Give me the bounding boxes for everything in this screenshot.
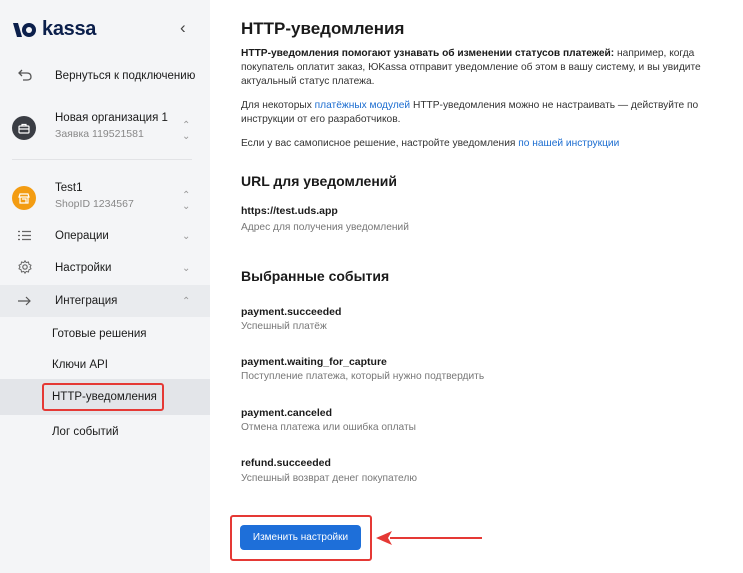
nav-operations[interactable]: Операции ⌄ — [0, 226, 210, 246]
chevron-up-icon: ⌃ — [182, 295, 191, 307]
chevron-down-icon: ⌄ — [182, 262, 191, 274]
back-to-connection[interactable]: Вернуться к подключению — [0, 66, 210, 86]
nav-label: Настройки — [55, 262, 112, 274]
sidebar-item-ready-solutions[interactable]: Готовые решения — [52, 328, 147, 340]
event-description: Отмена платежа или ошибка оплаты — [241, 422, 416, 433]
brand-name: kassa — [42, 18, 97, 40]
back-arrow-icon — [18, 68, 32, 84]
change-settings-button[interactable]: Изменить настройки — [240, 525, 361, 550]
modules-link[interactable]: платёжных модулей — [315, 100, 410, 111]
shop-name: Test1 — [55, 182, 83, 194]
sidebar-item-api-keys[interactable]: Ключи API — [52, 359, 108, 371]
custom-text-pre: Если у вас самописное решение, настройте… — [241, 138, 519, 149]
custom-paragraph: Если у вас самописное решение, настройте… — [241, 137, 721, 151]
chevron-down-icon: ⌄ — [182, 230, 191, 242]
event-description: Поступление платежа, который нужно подтв… — [241, 371, 485, 382]
brand-mark-icon — [12, 21, 40, 39]
org-name: Новая организация 1 — [55, 112, 168, 124]
briefcase-icon — [12, 116, 36, 140]
nav-settings[interactable]: Настройки ⌄ — [0, 258, 210, 278]
org-application: Заявка 119521581 — [55, 128, 144, 140]
nav-label: Операции — [55, 230, 109, 242]
event-name: refund.succeeded — [241, 457, 331, 469]
updown-chevron-icon: ⌃ ⌄ — [182, 120, 191, 142]
page-title: HTTP-уведомления — [241, 19, 405, 38]
event-name: payment.canceled — [241, 407, 333, 419]
org-switcher[interactable]: Новая организация 1 Заявка 119521581 ⌃ ⌄ — [0, 112, 210, 144]
event-name: payment.succeeded — [241, 306, 342, 318]
intro-bold: HTTP-уведомления помогают узнавать об из… — [241, 48, 615, 59]
url-value: https://test.uds.app — [241, 205, 338, 217]
nav-integration[interactable]: Интеграция ⌃ — [0, 291, 210, 311]
url-heading: URL для уведомлений — [241, 173, 398, 189]
list-icon — [18, 228, 31, 244]
arrow-right-icon — [18, 293, 32, 309]
collapse-sidebar-icon[interactable]: ‹ — [180, 18, 186, 38]
modules-text-pre: Для некоторых — [241, 100, 315, 111]
events-heading: Выбранные события — [241, 268, 390, 284]
brand-logo[interactable]: kassa — [12, 18, 96, 41]
sidebar: kassa ‹ Вернуться к подключению Новая ор… — [0, 0, 210, 573]
nav-label: Интеграция — [55, 295, 118, 307]
divider — [12, 159, 192, 160]
sidebar-item-event-log[interactable]: Лог событий — [52, 426, 119, 438]
modules-paragraph: Для некоторых платёжных модулей HTTP-уве… — [241, 99, 721, 127]
event-description: Успешный возврат денег покупателю — [241, 473, 417, 484]
intro-paragraph: HTTP-уведомления помогают узнавать об из… — [241, 47, 721, 89]
event-description: Успешный платёж — [241, 321, 327, 332]
sidebar-item-http-notifications[interactable]: HTTP-уведомления — [52, 391, 157, 403]
instruction-link[interactable]: по нашей инструкции — [518, 138, 619, 149]
updown-chevron-icon: ⌃ ⌄ — [182, 190, 191, 212]
url-description: Адрес для получения уведомлений — [241, 222, 409, 233]
shop-id: ShopID 1234567 — [55, 198, 134, 210]
gear-icon — [18, 259, 32, 277]
shop-icon — [12, 186, 36, 210]
event-name: payment.waiting_for_capture — [241, 356, 387, 368]
shop-switcher[interactable]: Test1 ShopID 1234567 ⌃ ⌄ — [0, 182, 210, 214]
back-label: Вернуться к подключению — [55, 70, 196, 82]
annotation-arrow-icon — [376, 531, 482, 545]
